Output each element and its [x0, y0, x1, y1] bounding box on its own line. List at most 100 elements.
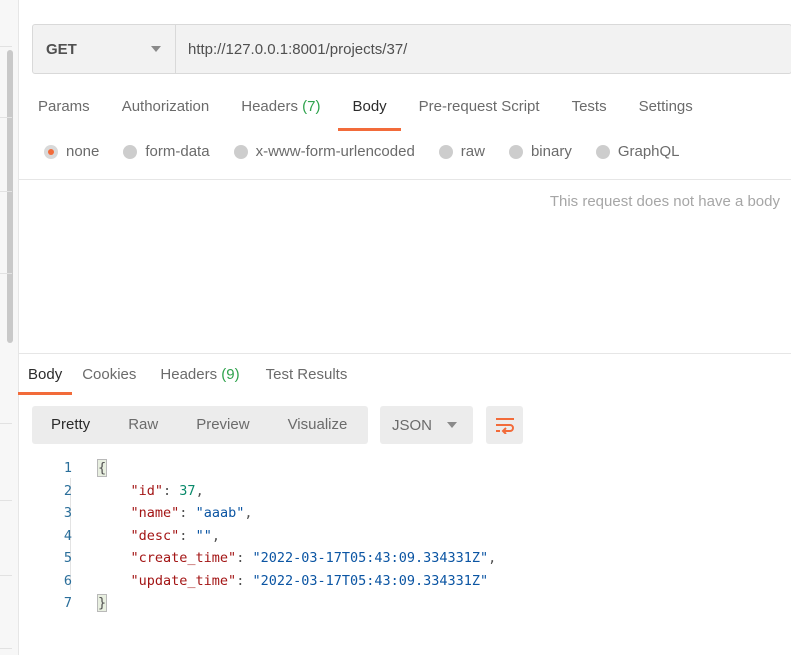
- radio-label: binary: [530, 143, 572, 160]
- radio-none[interactable]: none: [44, 143, 99, 160]
- json-key: "desc": [130, 527, 180, 544]
- json-comma: ,: [211, 527, 220, 544]
- code-line: 5 "create_time": "2022-03-17T05:43:09.33…: [32, 547, 772, 570]
- radio-x-www-form-urlencoded[interactable]: x-www-form-urlencoded: [233, 143, 415, 160]
- method-label: GET: [46, 40, 77, 58]
- radio-label: form-data: [145, 143, 210, 160]
- format-label: JSON: [392, 416, 433, 434]
- json-value: 37: [179, 482, 196, 499]
- gutter-divider: [0, 648, 12, 649]
- code-line: 1 {: [32, 457, 772, 480]
- view-mode-preview[interactable]: Preview: [177, 406, 268, 444]
- code-text: "id": 37,: [130, 482, 204, 499]
- tab-body[interactable]: Body: [338, 92, 401, 131]
- response-tab-body[interactable]: Body: [18, 362, 73, 395]
- json-key: "id": [130, 482, 164, 499]
- chevron-down-icon: [447, 422, 457, 428]
- line-number: 1: [63, 460, 72, 476]
- line-number: 5: [63, 550, 72, 566]
- tab-label: Pre-request Script: [418, 98, 540, 115]
- tab-count: (7): [302, 98, 321, 115]
- view-mode-raw[interactable]: Raw: [109, 406, 177, 444]
- json-key: "name": [130, 505, 180, 521]
- radio-label: GraphQL: [617, 143, 680, 160]
- line-number: 4: [63, 527, 72, 544]
- radio-unchecked-icon: [595, 144, 610, 159]
- response-tab-headers[interactable]: Headers (9): [150, 362, 249, 392]
- tab-label: Authorization: [121, 98, 210, 115]
- line-number: 6: [63, 572, 72, 589]
- line-number: 3: [63, 505, 72, 521]
- open-brace: {: [96, 459, 108, 477]
- tab-settings[interactable]: Settings: [625, 92, 707, 128]
- code-text: "name": "aaab",: [130, 505, 253, 521]
- gutter-divider: [0, 273, 12, 274]
- json-comma: ,: [195, 482, 204, 499]
- close-brace: }: [96, 594, 108, 612]
- body-type-radio-group: none form-data x-www-form-urlencoded raw…: [44, 143, 704, 160]
- tab-pre-request-script[interactable]: Pre-request Script: [405, 92, 554, 128]
- tab-params[interactable]: Params: [24, 92, 104, 128]
- wrap-lines-button[interactable]: [486, 406, 523, 444]
- code-text: "create_time": "2022-03-17T05:43:09.3343…: [130, 550, 497, 566]
- code-line: 7 }: [32, 592, 772, 615]
- gutter-divider: [0, 46, 12, 47]
- json-value: "aaab": [195, 505, 245, 521]
- tab-authorization[interactable]: Authorization: [108, 92, 224, 128]
- view-mode-pretty[interactable]: Pretty: [32, 406, 109, 444]
- code-text: "update_time": "2022-03-17T05:43:09.3343…: [130, 572, 489, 589]
- format-select[interactable]: JSON: [380, 406, 473, 444]
- tab-label: Headers: [241, 98, 298, 115]
- response-body-viewer[interactable]: 1 { 2 "id": 37, 3 "name": "aaab", 4 "des…: [32, 457, 772, 615]
- radio-form-data[interactable]: form-data: [123, 143, 210, 160]
- tab-label: Settings: [638, 98, 693, 115]
- gutter-divider: [0, 575, 12, 576]
- radio-graphql[interactable]: GraphQL: [595, 143, 680, 160]
- tab-label: Cookies: [82, 366, 137, 383]
- method-select[interactable]: GET: [33, 25, 176, 73]
- radio-binary[interactable]: binary: [508, 143, 572, 160]
- tab-label: Body: [28, 366, 63, 383]
- json-key: "update_time": [130, 572, 237, 589]
- view-mode-visualize[interactable]: Visualize: [269, 406, 367, 444]
- tab-label: Headers: [160, 366, 218, 383]
- gutter-divider: [0, 117, 12, 118]
- code-text: {: [96, 457, 108, 480]
- json-comma: ,: [488, 550, 497, 566]
- tab-tests[interactable]: Tests: [558, 92, 621, 128]
- radio-label: none: [66, 143, 100, 160]
- gutter-divider: [0, 423, 12, 424]
- radio-unchecked-icon: [508, 144, 523, 159]
- pane-divider[interactable]: [18, 353, 791, 354]
- radio-unchecked-icon: [438, 144, 453, 159]
- no-body-message: This request does not have a body: [549, 193, 780, 210]
- scrollbar-thumb[interactable]: [7, 50, 13, 343]
- tab-label: Tests: [571, 98, 607, 115]
- tab-headers[interactable]: Headers (7): [227, 92, 334, 128]
- response-tabs: Body Cookies Headers (9) Test Results: [18, 362, 358, 395]
- tab-label: Params: [38, 98, 90, 115]
- radio-checked-icon: [44, 144, 58, 159]
- tab-label: Test Results: [265, 366, 348, 383]
- code-line: 6 "update_time": "2022-03-17T05:43:09.33…: [32, 570, 772, 593]
- json-comma: ,: [244, 505, 253, 521]
- radio-label: x-www-form-urlencoded: [255, 143, 415, 160]
- url-input[interactable]: [176, 25, 791, 73]
- code-text: }: [96, 592, 108, 615]
- line-number: 7: [63, 595, 72, 611]
- tab-count: (9): [221, 366, 240, 383]
- radio-unchecked-icon: [233, 144, 248, 159]
- request-tabs: Params Authorization Headers (7) Body Pr…: [24, 92, 711, 131]
- gutter-divider: [0, 191, 12, 192]
- response-tab-test-results[interactable]: Test Results: [256, 362, 358, 392]
- chevron-down-icon: [151, 46, 161, 52]
- radio-raw[interactable]: raw: [438, 143, 485, 160]
- code-text: "desc": "",: [130, 527, 220, 544]
- response-tab-cookies[interactable]: Cookies: [72, 362, 146, 392]
- gutter-divider: [0, 500, 12, 501]
- section-divider: [18, 179, 791, 180]
- code-line: 4 "desc": "",: [32, 525, 772, 548]
- json-value: "2022-03-17T05:43:09.334331Z": [252, 572, 489, 589]
- json-key: "create_time": [130, 550, 237, 566]
- json-value: "2022-03-17T05:43:09.334331Z": [252, 550, 489, 566]
